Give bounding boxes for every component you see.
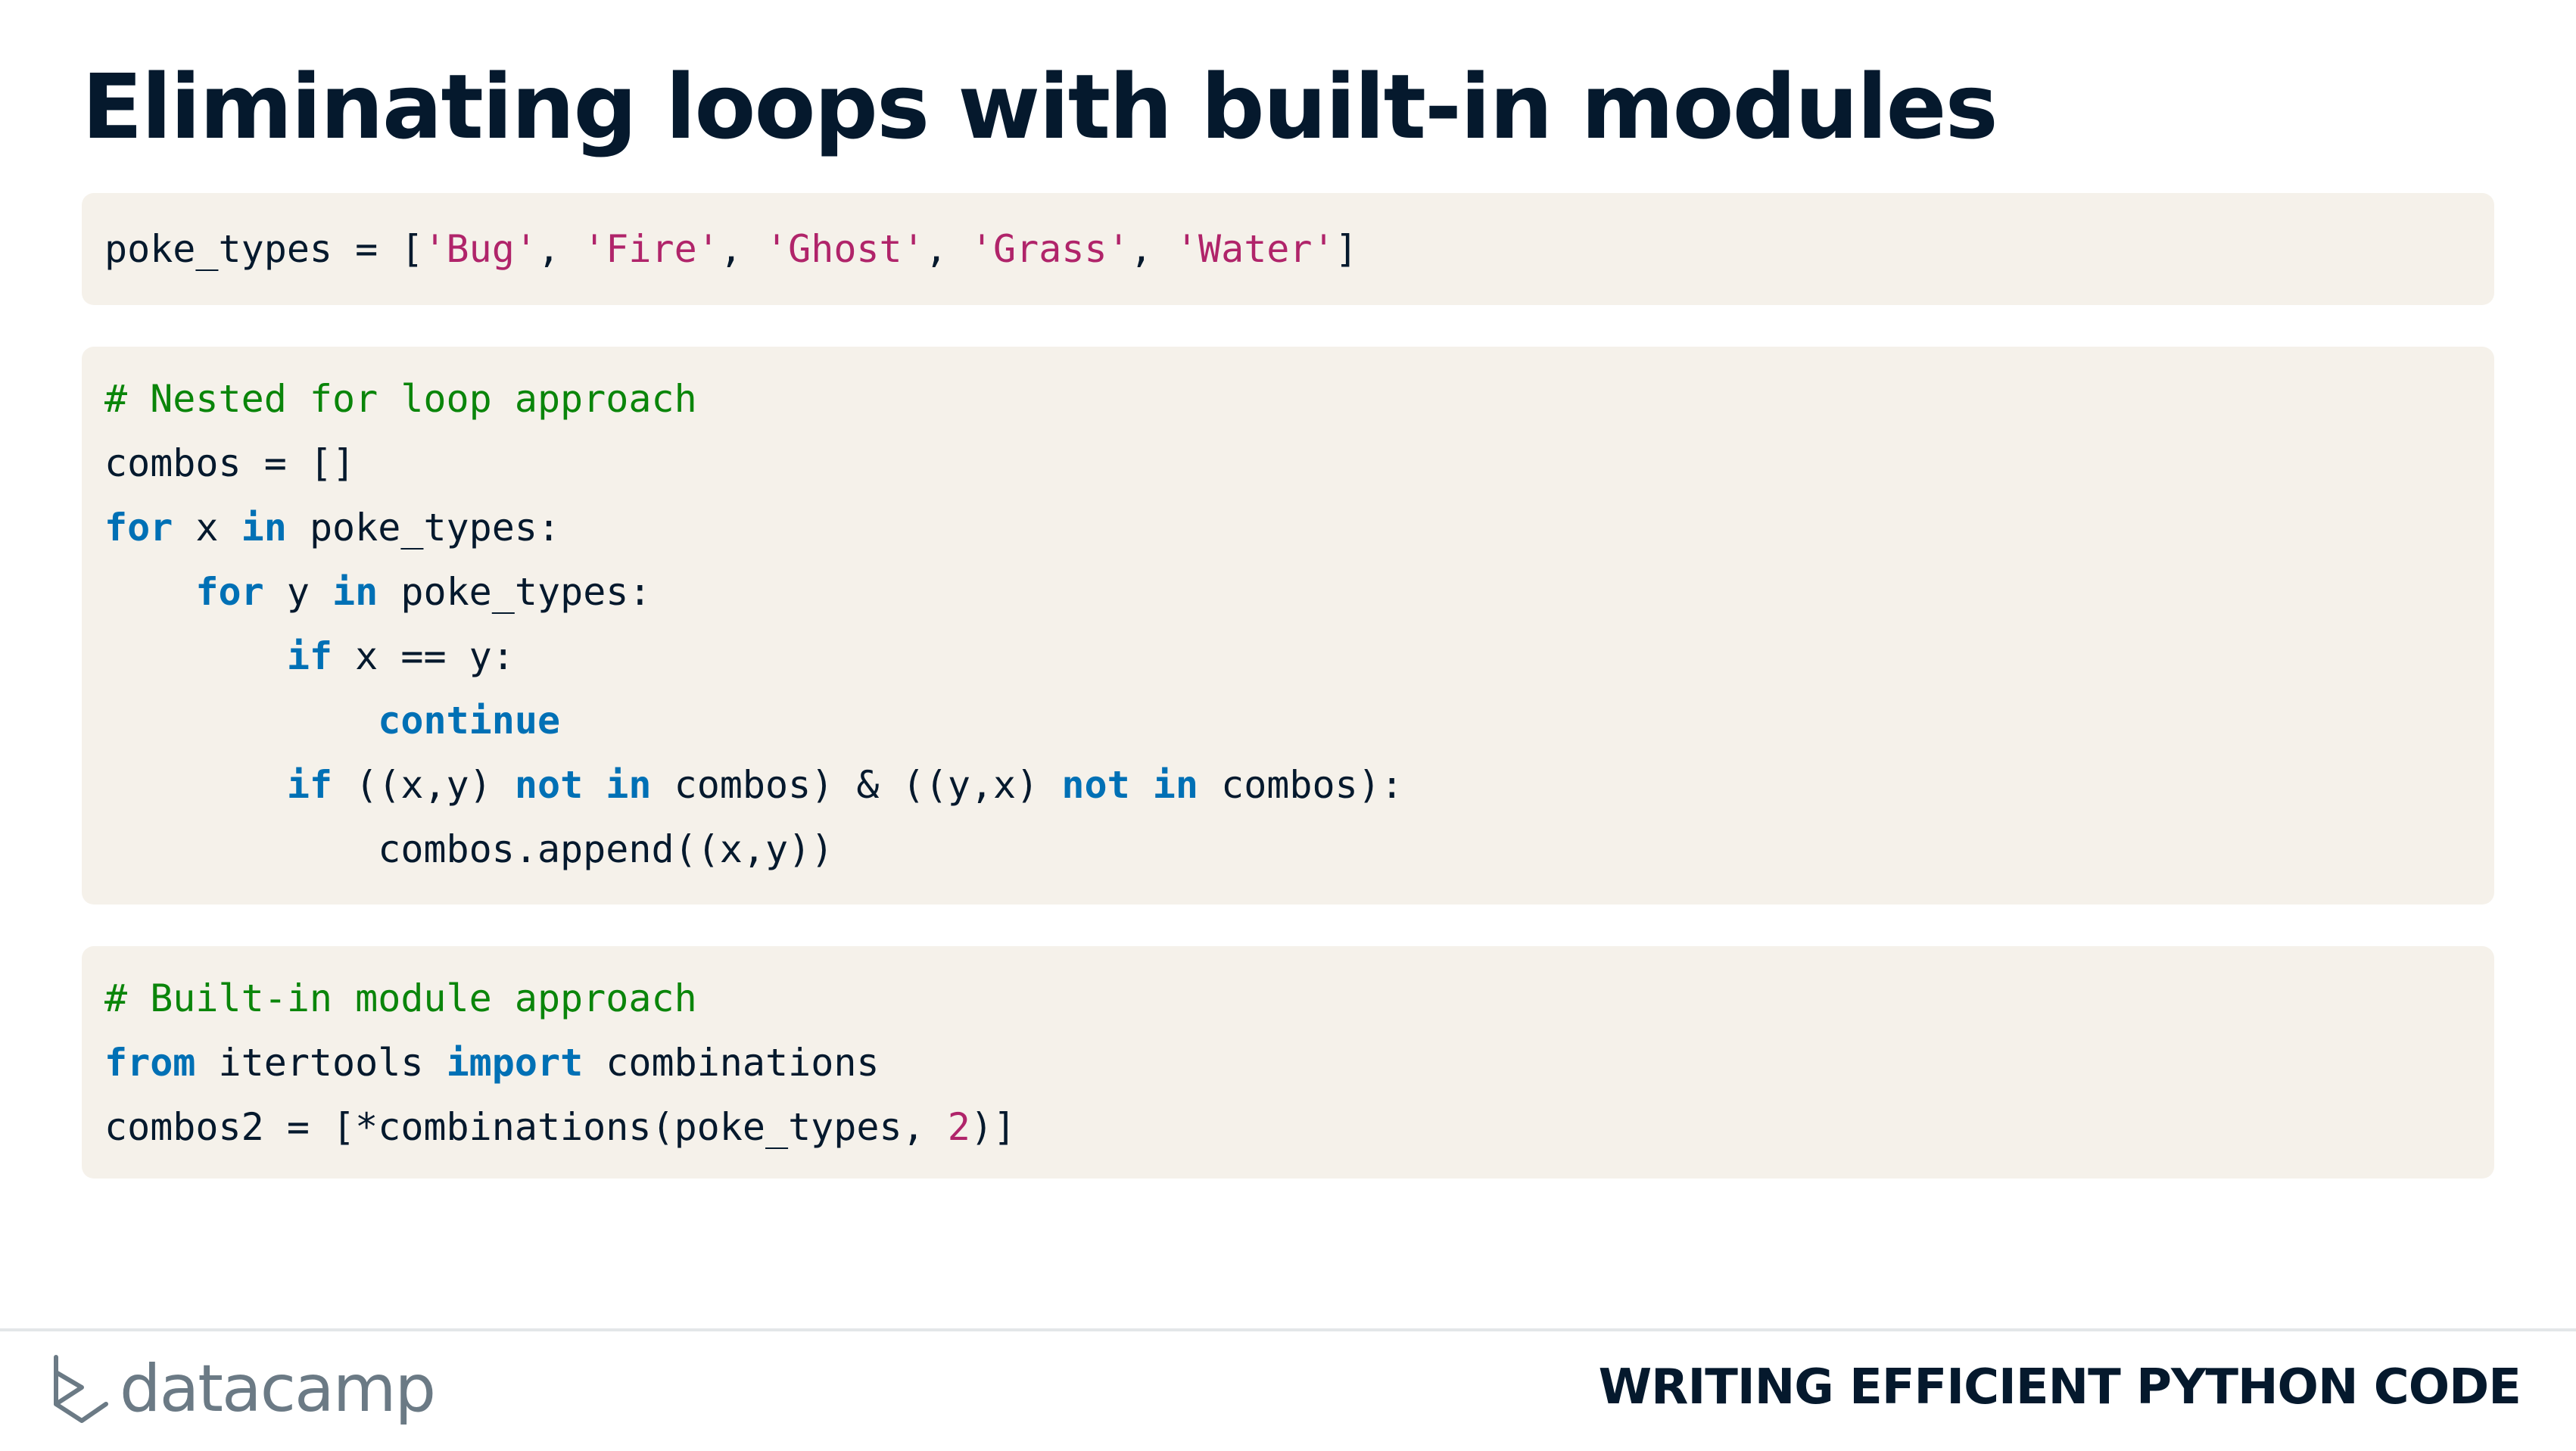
code-token-kw: for (104, 506, 173, 550)
code-token-kw: if (286, 634, 333, 678)
code-line: if x == y: (104, 624, 2494, 689)
code-token-kw: if (286, 763, 333, 807)
code-token-plain: combos2 = [*combinations(poke_types, (104, 1105, 948, 1149)
code-block-builtin-module: # Built-in module approach from itertools… (82, 946, 2494, 1179)
code-line: for x in poke_types: (104, 496, 2494, 560)
datacamp-logo: datacamp (51, 1347, 436, 1431)
code-token-kw: not in (1061, 763, 1198, 807)
code-token-plain: , (719, 227, 766, 271)
code-token-plain: poke_types: (378, 570, 652, 614)
code-token-plain: combos = [] (104, 441, 356, 485)
code-token-plain: itertools (195, 1041, 447, 1085)
course-title: WRITING EFFICIENT PYTHON CODE (1598, 1359, 2521, 1415)
code-token-plain: ((x,y) (332, 763, 515, 807)
code-token-kw: import (446, 1041, 584, 1085)
logo-wordmark: datacamp (120, 1351, 436, 1427)
footer-divider (0, 1328, 2576, 1331)
code-token-plain: y (263, 570, 333, 614)
code-line: for y in poke_types: (104, 560, 2494, 624)
code-token-plain: , (1129, 227, 1176, 271)
code-token-kw: from (104, 1041, 196, 1085)
code-token-str: 'Grass' (970, 227, 1130, 271)
code-token-num: 2 (947, 1105, 970, 1149)
code-line: combos2 = [*combinations(poke_types, 2)] (104, 1095, 2494, 1160)
code-token-kw: for (195, 570, 264, 614)
code-block-poke-types: poke_types = ['Bug', 'Fire', 'Ghost', 'G… (82, 193, 2494, 305)
code-line: # Built-in module approach (104, 967, 2494, 1031)
code-line: combos.append((x,y)) (104, 817, 2494, 882)
code-block-nested-loop: # Nested for loop approach combos = [] for… (82, 347, 2494, 905)
code-token-plain: x (173, 506, 241, 550)
code-line: continue (104, 689, 2494, 753)
code-token-str: 'Bug' (423, 227, 537, 271)
code-token-plain: combos): (1198, 763, 1403, 807)
code-token-com: # Nested for loop approach (104, 377, 697, 421)
code-token-kw: continue (378, 699, 561, 743)
code-token-plain: poke_types = [ (104, 227, 424, 271)
code-line: if ((x,y) not in combos) & ((y,x) not in… (104, 753, 2494, 817)
code-token-plain: combos.append((x,y)) (104, 827, 834, 871)
code-token-plain: combos) & ((y,x) (651, 763, 1062, 807)
code-token-plain: ] (1335, 227, 1358, 271)
code-line: # Nested for loop approach (104, 367, 2494, 431)
code-token-str: 'Fire' (583, 227, 720, 271)
code-token-kw: not in (514, 763, 652, 807)
code-token-com: # Built-in module approach (104, 976, 697, 1020)
slide-title: Eliminating loops with built-in modules (82, 54, 1998, 159)
datacamp-logo-icon (54, 1355, 108, 1423)
code-token-plain: )] (970, 1105, 1017, 1149)
code-token-str: 'Water' (1175, 227, 1335, 271)
code-token-kw: in (241, 506, 287, 550)
code-line: poke_types = ['Bug', 'Fire', 'Ghost', 'G… (104, 217, 2494, 282)
code-token-plain: combinations (583, 1041, 880, 1085)
code-token-str: 'Ghost' (765, 227, 925, 271)
code-token-plain: , (537, 227, 584, 271)
code-token-kw: in (332, 570, 378, 614)
code-token-plain: poke_types: (286, 506, 561, 550)
code-line: from itertools import combinations (104, 1031, 2494, 1095)
code-token-plain: , (924, 227, 970, 271)
code-line: combos = [] (104, 431, 2494, 496)
code-token-plain: x == y: (332, 634, 515, 678)
